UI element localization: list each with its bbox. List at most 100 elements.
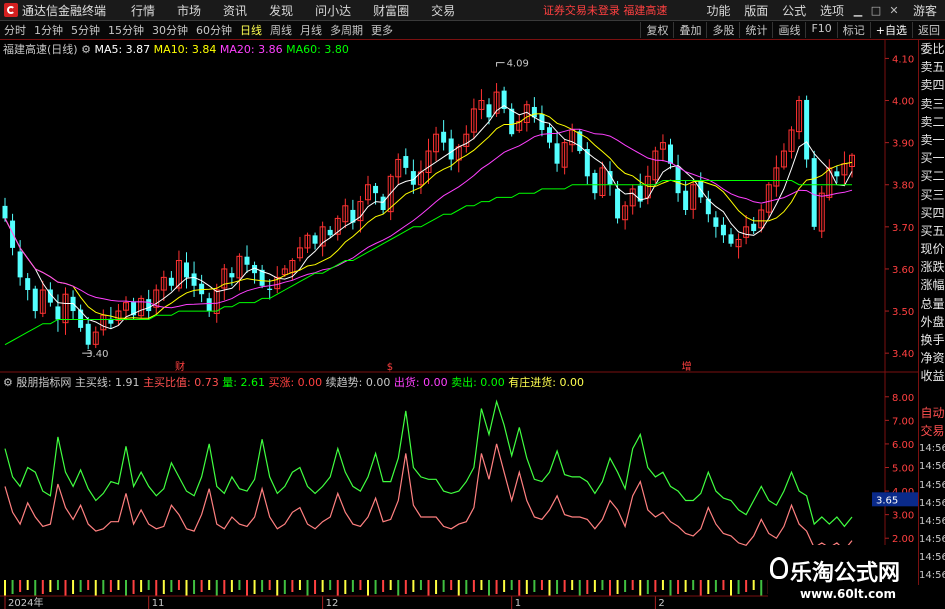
settings-gear-icon[interactable]: ⚙ — [81, 43, 94, 56]
panel-outer[interactable]: 外盘 — [919, 313, 945, 331]
panel-buy3[interactable]: 买三 — [919, 186, 945, 204]
panel-weibi[interactable]: 委比 — [919, 40, 945, 58]
panel-buy5[interactable]: 买五 — [919, 222, 945, 240]
high-label: 4.09 — [507, 59, 529, 70]
guest-label[interactable]: 游客 — [913, 2, 937, 19]
low-label: 3.40 — [86, 349, 108, 360]
ind-axis-label: 6.00 — [892, 440, 914, 451]
panel-buy4[interactable]: 买四 — [919, 204, 945, 222]
candle-body — [811, 158, 817, 227]
price-axis-label: 3.60 — [892, 265, 914, 276]
tool-back[interactable]: 返回 — [912, 22, 945, 38]
legend-ma60: MA60: 3.80 — [286, 43, 349, 56]
maximize-icon[interactable]: □ — [867, 4, 885, 17]
watermark-url: www.60lt.com — [800, 587, 897, 601]
ma60-line — [4, 180, 852, 346]
chart-toolbar: 分时 1分钟 5分钟 15分钟 30分钟 60分钟 日线 周线 月线 多周期 更… — [0, 21, 945, 40]
period-tabs: 分时 1分钟 5分钟 15分钟 30分钟 60分钟 日线 周线 月线 多周期 更… — [0, 22, 397, 38]
event-mark[interactable]: 财 — [175, 360, 185, 373]
candle-body — [17, 251, 23, 278]
ind-axis-label: 5.00 — [892, 464, 914, 475]
period-tab-more[interactable]: 更多 — [367, 22, 397, 38]
event-mark[interactable]: 增 — [682, 360, 692, 373]
date-axis-label: 1 — [515, 598, 521, 609]
panel-sell1[interactable]: 卖一 — [919, 131, 945, 149]
panel-sell5[interactable]: 卖五 — [919, 58, 945, 76]
panel-change-pct[interactable]: 涨幅 — [919, 276, 945, 294]
menu-item-ask[interactable]: 问小达 — [304, 2, 362, 19]
candle-body — [728, 234, 734, 244]
stock-name: 福建高速(日线) — [3, 43, 78, 56]
price-axis-label: 3.70 — [892, 223, 914, 234]
menu-item-formula[interactable]: 公式 — [777, 4, 811, 18]
candle-body — [713, 217, 719, 227]
panel-buy1[interactable]: 买一 — [919, 149, 945, 167]
kline-chart[interactable]: 4.10 4.00 3.90 3.80 3.70 3.60 3.50 3.40 8.00 7.00… — [0, 40, 918, 609]
minimize-icon[interactable]: ▁ — [849, 4, 867, 17]
event-mark[interactable]: $ — [387, 362, 393, 373]
menu-item-wealth[interactable]: 财富圈 — [362, 2, 420, 19]
panel-sell2[interactable]: 卖二 — [919, 113, 945, 131]
login-status[interactable]: 证券交易未登录 福建高速 — [543, 2, 668, 18]
menu-item-layout[interactable]: 版面 — [739, 4, 773, 18]
legend-mr: 买涨: 0.00 — [268, 376, 323, 389]
panel-buy2[interactable]: 买二 — [919, 167, 945, 185]
period-tab[interactable]: 1分钟 — [30, 22, 67, 38]
candle-body — [683, 190, 689, 210]
candle-body — [184, 262, 189, 278]
candle-body — [206, 298, 212, 312]
panel-turnover[interactable]: 换手 — [919, 331, 945, 349]
candle-body — [403, 156, 409, 168]
tool-f10[interactable]: F10 — [805, 22, 836, 38]
period-tab[interactable]: 分时 — [0, 22, 30, 38]
date-axis-label: 2 — [658, 598, 664, 609]
legend-zmbz: 主买比值: 0.73 — [143, 376, 219, 389]
ind-axis-label: 7.00 — [892, 416, 914, 427]
tool-fuquan[interactable]: 复权 — [640, 22, 673, 38]
indicator-settings-icon[interactable]: ⚙ — [3, 376, 16, 389]
tool-multi[interactable]: 多股 — [706, 22, 739, 38]
candle-body — [85, 323, 91, 345]
menu-item-trade[interactable]: 交易 — [420, 2, 466, 19]
tool-draw[interactable]: 画线 — [772, 22, 805, 38]
panel-netasset[interactable]: 净资 — [919, 349, 945, 367]
menu-item-news[interactable]: 资讯 — [212, 2, 258, 19]
legend-zmx: 主买线: 1.91 — [74, 376, 140, 389]
menu-item-market[interactable]: 市场 — [166, 2, 212, 19]
menu-item-discover[interactable]: 发现 — [258, 2, 304, 19]
period-tab[interactable]: 月线 — [296, 22, 326, 38]
legend-ma5: MA5: 3.87 — [94, 43, 151, 56]
candle-body — [547, 127, 552, 143]
candle-body — [55, 306, 61, 320]
tool-stats[interactable]: 统计 — [739, 22, 772, 38]
period-tab-active[interactable]: 日线 — [236, 22, 266, 38]
candle-body — [720, 224, 726, 236]
panel-sell3[interactable]: 卖三 — [919, 95, 945, 113]
tool-add-watchlist[interactable]: +自选 — [869, 22, 912, 38]
period-tab[interactable]: 60分钟 — [192, 22, 236, 38]
candle-body — [327, 229, 333, 236]
menu-item-function[interactable]: 功能 — [701, 4, 735, 18]
period-tab[interactable]: 5分钟 — [67, 22, 104, 38]
panel-earnings[interactable]: 收益 — [919, 367, 945, 385]
panel-change[interactable]: 涨跌 — [919, 258, 945, 276]
menu-item-options[interactable]: 选项 — [815, 4, 849, 18]
tool-overlay[interactable]: 叠加 — [673, 22, 706, 38]
period-tab[interactable]: 30分钟 — [148, 22, 192, 38]
period-tab[interactable]: 15分钟 — [104, 22, 148, 38]
main-menu: 行情 市场 资讯 发现 问小达 财富圈 交易 — [120, 2, 466, 19]
panel-volume[interactable]: 总量 — [919, 295, 945, 313]
period-tab[interactable]: 多周期 — [326, 22, 367, 38]
menu-item-quotes[interactable]: 行情 — [120, 2, 166, 19]
panel-price[interactable]: 现价 — [919, 240, 945, 258]
period-tab[interactable]: 周线 — [266, 22, 296, 38]
panel-trade[interactable]: 交易 — [919, 422, 945, 440]
high-marker — [496, 62, 505, 67]
date-axis-label: 12 — [326, 598, 339, 609]
candle-body — [2, 205, 8, 219]
panel-auto[interactable]: 自动 — [919, 404, 945, 422]
tool-mark[interactable]: 标记 — [836, 22, 870, 38]
title-bar: 通达信金融终端 行情 市场 资讯 发现 问小达 财富圈 交易 证券交易未登录 福… — [0, 0, 945, 21]
close-icon[interactable]: ✕ — [885, 4, 903, 17]
panel-sell4[interactable]: 卖四 — [919, 76, 945, 94]
